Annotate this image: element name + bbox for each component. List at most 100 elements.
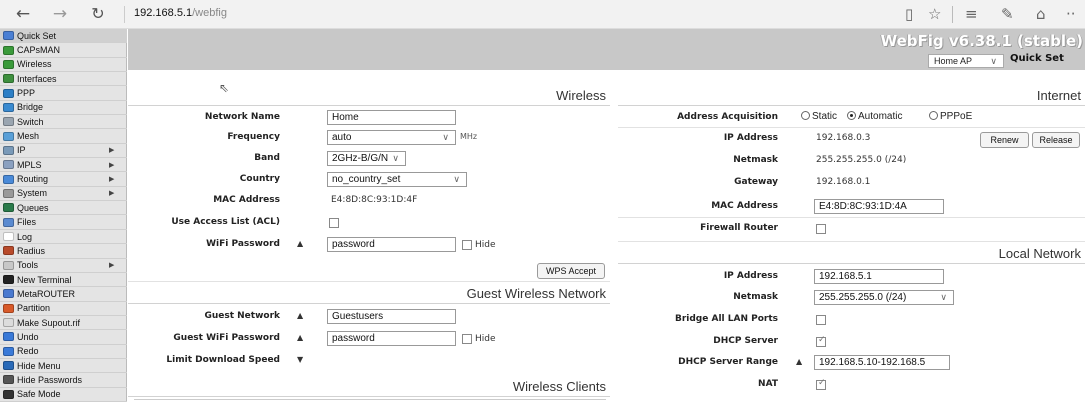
- sidebar-item-label: CAPsMAN: [17, 45, 61, 56]
- sidebar-item-safe-mode[interactable]: Safe Mode: [0, 388, 127, 402]
- wifi-password-hide-checkbox[interactable]: [462, 240, 472, 250]
- hide-passwords-icon: [3, 375, 14, 385]
- internet-ip-label: IP Address: [723, 133, 778, 143]
- renew-button[interactable]: Renew: [980, 132, 1029, 148]
- dhcp-server-checkbox[interactable]: [816, 335, 826, 347]
- header-bar: WebFig v6.38.1 (stable) Home AP ∨ Quick S…: [128, 29, 1085, 70]
- collapse-triangle-icon[interactable]: ▲: [297, 306, 303, 326]
- guest-network-input[interactable]: Guestusers: [327, 309, 456, 324]
- dhcp-range-input[interactable]: 192.168.5.10-192.168.5: [814, 355, 950, 370]
- guest-password-input[interactable]: password: [327, 331, 456, 346]
- acq-radio-pppoe[interactable]: PPPoE: [929, 107, 972, 127]
- section-heading-internet: Internet: [618, 86, 1085, 106]
- dhcp-server-label: DHCP Server: [713, 336, 778, 346]
- chevron-down-icon: ∨: [990, 56, 997, 66]
- forward-arrow-icon[interactable]: →: [49, 3, 71, 25]
- collapse-triangle-icon[interactable]: ▲: [297, 234, 303, 254]
- sidebar-item-switch[interactable]: Switch: [0, 115, 127, 130]
- sidebar-item-queues[interactable]: Queues: [0, 201, 127, 216]
- firewall-router-label: Firewall Router: [700, 223, 778, 233]
- sidebar-item-wireless[interactable]: Wireless: [0, 58, 127, 73]
- share-icon[interactable]: ⌂: [1036, 4, 1046, 24]
- sidebar-item-label: Partition: [17, 303, 51, 314]
- metarouter-icon: [3, 289, 14, 299]
- acl-checkbox[interactable]: [329, 218, 339, 228]
- wifi-password-input[interactable]: password: [327, 237, 456, 252]
- network-name-label: Network Name: [204, 112, 280, 122]
- mpls-icon: [3, 160, 14, 170]
- sidebar-item-system[interactable]: System ▶: [0, 187, 127, 202]
- row-divider: [618, 127, 1085, 128]
- wifi-password-label: WiFi Password: [206, 239, 280, 249]
- address-acquisition-label: Address Acquisition: [677, 112, 778, 122]
- sidebar-item-radius[interactable]: Radius: [0, 244, 127, 259]
- hub-icon[interactable]: ≡: [965, 4, 978, 24]
- sidebar-item-metarouter[interactable]: MetaROUTER: [0, 287, 127, 302]
- sidebar-item-new-terminal[interactable]: New Terminal: [0, 273, 127, 288]
- interfaces-icon: [3, 74, 14, 84]
- country-label: Country: [239, 174, 280, 184]
- internet-mac-label: MAC Address: [711, 201, 778, 211]
- frequency-select[interactable]: auto ∨: [327, 130, 456, 145]
- sidebar-item-mpls[interactable]: MPLS ▶: [0, 158, 127, 173]
- sidebar-item-label: Files: [17, 217, 37, 228]
- sidebar-item-label: Quick Set: [17, 30, 57, 41]
- section-heading-wireless: Wireless: [128, 86, 610, 106]
- favorite-star-icon[interactable]: ☆: [928, 4, 941, 24]
- sidebar-item-interfaces[interactable]: Interfaces: [0, 72, 127, 87]
- release-button[interactable]: Release: [1032, 132, 1080, 148]
- submenu-arrow-icon: ▶: [109, 147, 115, 155]
- nat-label: NAT: [758, 379, 778, 389]
- sidebar-item-log[interactable]: Log: [0, 230, 127, 245]
- acq-pppoe-label: PPPoE: [940, 111, 973, 122]
- sidebar-item-hide-menu[interactable]: Hide Menu: [0, 359, 127, 374]
- sidebar-item-partition[interactable]: Partition: [0, 302, 127, 316]
- guest-password-hide-checkbox[interactable]: [462, 334, 472, 344]
- local-ip-input[interactable]: 192.168.5.1: [814, 269, 944, 284]
- submenu-arrow-icon: ▶: [109, 262, 115, 270]
- network-name-input[interactable]: Home: [327, 110, 456, 125]
- collapse-triangle-icon[interactable]: ▲: [796, 352, 802, 372]
- sidebar-item-quick-set[interactable]: Quick Set: [0, 29, 127, 44]
- more-icon[interactable]: ··: [1066, 4, 1076, 24]
- acq-radio-static[interactable]: Static: [801, 107, 837, 127]
- sidebar-item-capsman[interactable]: CAPsMAN: [0, 43, 127, 58]
- wps-accept-button[interactable]: WPS Accept: [537, 263, 605, 279]
- sidebar-item-hide-passwords[interactable]: Hide Passwords: [0, 373, 127, 388]
- web-note-icon[interactable]: ✎: [1001, 4, 1014, 24]
- system-icon: [3, 188, 14, 198]
- sidebar-item-make-supout-rif[interactable]: Make Supout.rif: [0, 316, 127, 331]
- sidebar-item-routing[interactable]: Routing ▶: [0, 172, 127, 187]
- bridge-lan-label: Bridge All LAN Ports: [674, 314, 778, 324]
- gateway-label: Gateway: [734, 177, 778, 187]
- collapse-triangle-icon[interactable]: ▲: [297, 328, 303, 348]
- sidebar-item-tools[interactable]: Tools ▶: [0, 259, 127, 273]
- sidebar-item-redo[interactable]: Redo: [0, 345, 127, 359]
- dhcp-range-label: DHCP Server Range: [678, 357, 778, 367]
- country-select[interactable]: no_country_set ∨: [327, 172, 467, 187]
- expand-triangle-icon[interactable]: ▼: [297, 350, 303, 370]
- mode-select[interactable]: Home AP ∨: [928, 54, 1004, 68]
- radio-dot-selected: [847, 111, 856, 120]
- back-arrow-icon[interactable]: ←: [12, 3, 34, 25]
- refresh-icon[interactable]: ↻: [87, 3, 109, 25]
- chevron-down-icon: ∨: [940, 292, 947, 302]
- band-select[interactable]: 2GHz-B/G/N ∨: [327, 151, 406, 166]
- wireless-icon: [3, 59, 14, 69]
- sidebar-item-files[interactable]: Files: [0, 216, 127, 230]
- wifi-password-hide-label: Hide: [475, 240, 496, 250]
- sidebar-item-label: Wireless: [17, 59, 52, 70]
- sidebar-item-ip[interactable]: IP ▶: [0, 144, 127, 159]
- local-netmask-select[interactable]: 255.255.255.0 (/24) ∨: [814, 290, 954, 305]
- bridge-lan-checkbox[interactable]: [816, 315, 826, 325]
- nat-checkbox[interactable]: [816, 378, 826, 390]
- firewall-router-checkbox[interactable]: [816, 224, 826, 234]
- internet-mac-input[interactable]: E4:8D:8C:93:1D:4A: [814, 199, 944, 214]
- sidebar-item-ppp[interactable]: PPP: [0, 86, 127, 101]
- acq-radio-automatic[interactable]: Automatic: [847, 107, 902, 127]
- sidebar-item-undo[interactable]: Undo: [0, 330, 127, 345]
- sidebar-item-bridge[interactable]: Bridge: [0, 101, 127, 116]
- reading-view-icon[interactable]: ▯: [905, 4, 913, 24]
- address-bar[interactable]: 192.168.5.1/webfig: [134, 7, 227, 19]
- sidebar-item-mesh[interactable]: Mesh: [0, 129, 127, 144]
